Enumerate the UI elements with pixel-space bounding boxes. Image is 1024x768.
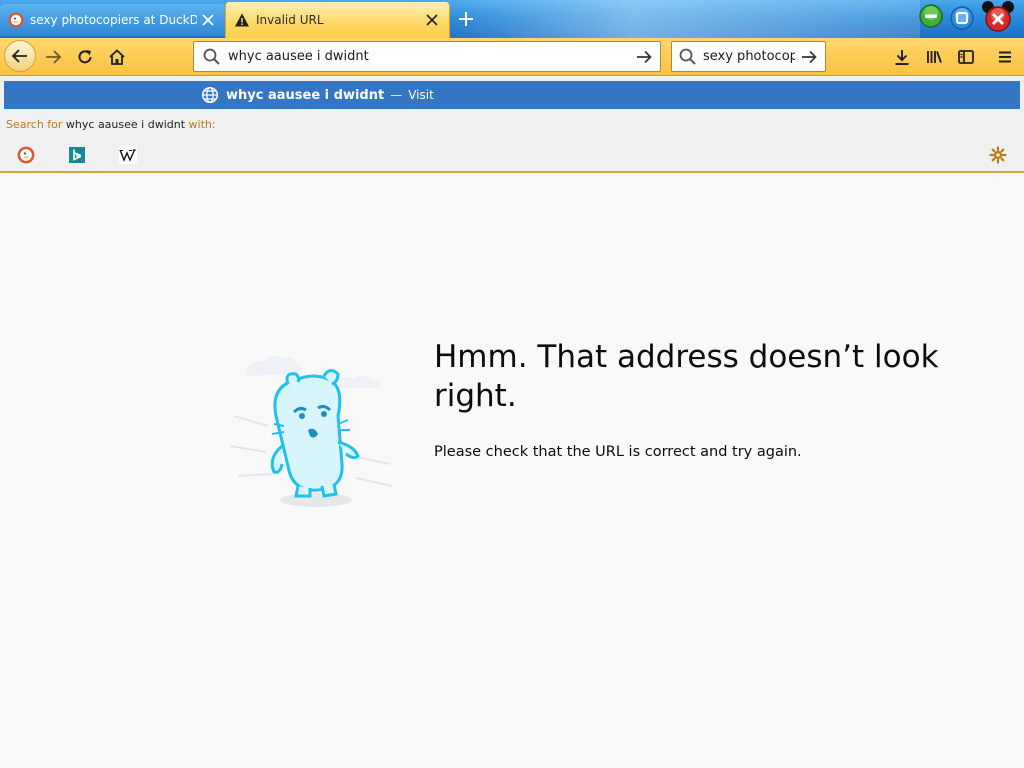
engine-bing-button[interactable] [65,143,89,167]
tab-strip: sexy photocopiers at DuckDuckGo Invalid … [0,0,1024,38]
one-off-search-engines [0,141,1024,169]
new-tab-button[interactable] [452,6,480,32]
close-tab-button[interactable] [421,9,443,31]
tab-title: sexy photocopiers at DuckDuckGo [30,13,197,27]
engine-wikipedia-button[interactable] [116,143,140,167]
gear-icon [989,146,1007,164]
error-description: Please check that the URL is correct and… [434,444,802,460]
close-tab-button[interactable] [197,9,219,31]
search-term: whyc aausee i dwidnt [65,118,186,131]
suggestion-text: whyc aausee i dwidnt [226,87,385,103]
wikipedia-icon [119,146,137,164]
search-settings-button[interactable] [986,143,1010,167]
close-icon [426,14,438,26]
library-button[interactable] [919,42,949,72]
warning-icon [235,13,249,27]
globe-icon [201,86,219,104]
tab-duckduckgo[interactable]: sexy photocopiers at DuckDuckGo [0,4,225,36]
sidebar-button[interactable] [951,42,981,72]
autocomplete-popup: whyc aausee i dwidnt — Visit Search for … [0,77,1024,173]
close-icon [202,14,214,26]
address-bar[interactable]: whyc aausee i dwidnt [193,41,661,72]
close-window-button[interactable] [980,0,1016,36]
search-go-button[interactable] [797,45,821,69]
search-icon [679,48,696,65]
search-icon [203,48,220,65]
suggestion-separator: — [390,88,403,102]
tab-invalid-url[interactable]: Invalid URL [225,2,450,38]
reload-button[interactable] [70,42,100,72]
minimize-button[interactable] [916,2,946,32]
address-input[interactable]: whyc aausee i dwidnt [228,49,632,64]
go-button[interactable] [632,45,656,69]
duckduckgo-icon [17,146,35,164]
plus-icon [459,12,473,26]
arrow-right-icon [637,50,652,63]
navigation-toolbar: whyc aausee i dwidnt sexy photocopiers [0,38,1024,76]
library-icon [927,51,942,63]
search-bar[interactable]: sexy photocopiers [671,41,826,72]
forward-button[interactable] [38,42,68,72]
back-button[interactable] [4,40,36,72]
visit-label: Visit [408,88,434,102]
arrow-right-icon [46,50,62,64]
autocomplete-suggestion[interactable]: whyc aausee i dwidnt — Visit [4,81,1020,109]
download-icon [895,50,909,65]
downloads-button[interactable] [887,42,917,72]
arrow-right-icon [802,50,817,63]
hamburger-icon [999,51,1011,63]
error-title: Hmm. That address doesn’t look right. [434,339,939,414]
search-input[interactable]: sexy photocopiers [703,49,795,64]
tab-title: Invalid URL [256,13,324,27]
search-with-label: Search for whyc aausee i dwidnt with: [6,118,216,131]
confused-creature-illustration [229,355,393,507]
engine-duckduckgo-button[interactable] [14,143,38,167]
bing-icon [69,147,85,163]
arrow-left-icon [11,49,27,63]
sidebar-icon [958,50,974,64]
home-icon [109,49,125,65]
menu-button[interactable] [990,42,1020,72]
error-page: Hmm. That address doesn’t look right. Pl… [0,174,1024,768]
home-button[interactable] [102,42,132,72]
reload-icon [78,50,92,64]
maximize-button[interactable] [947,2,977,32]
duckduckgo-icon [8,12,24,28]
